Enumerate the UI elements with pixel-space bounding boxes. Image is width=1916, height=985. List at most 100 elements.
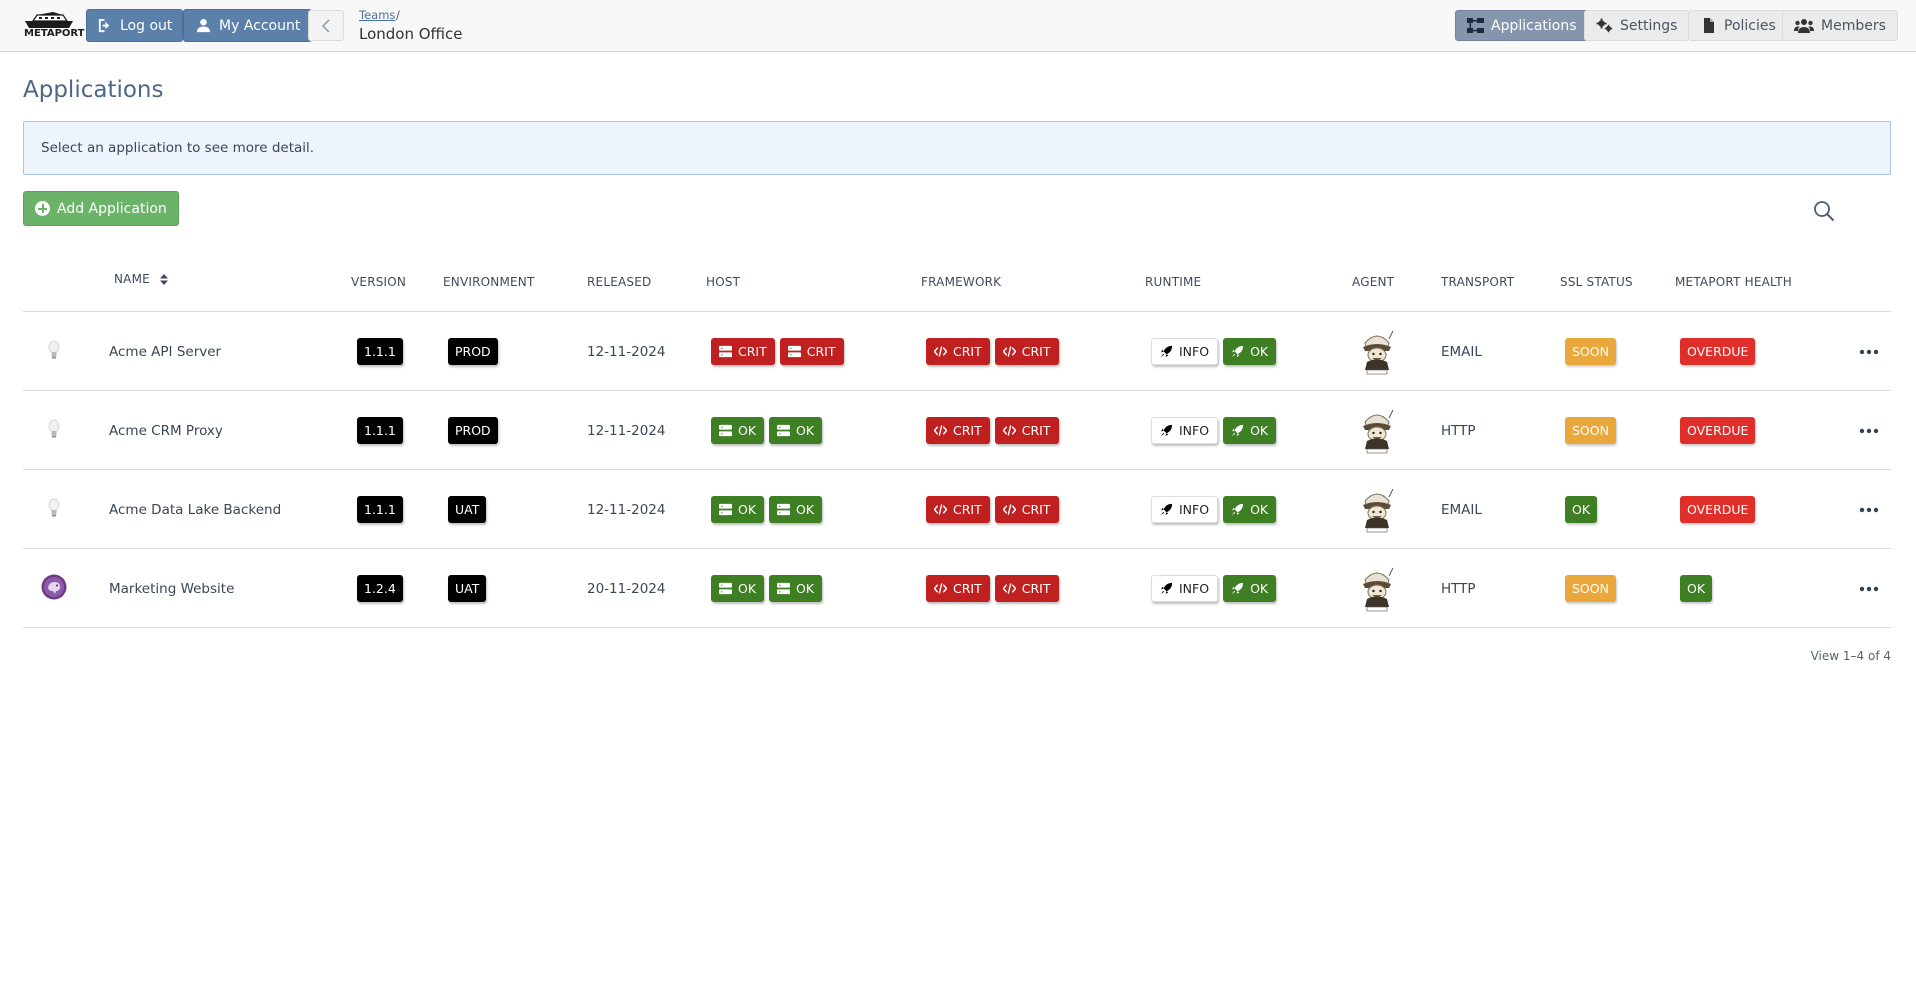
version-badge: 1.1.1 [357, 338, 403, 365]
app-name[interactable]: Marketing Website [109, 581, 234, 597]
runtime-status-badge: OK [1223, 338, 1277, 365]
framework-status-badge-label: CRIT [953, 423, 982, 438]
transport-value: HTTP [1441, 422, 1476, 439]
version-cell: 1.1.1 [357, 312, 403, 391]
my-account-label: My Account [219, 17, 301, 34]
runtime-status-badge-label: OK [1250, 423, 1269, 438]
framework-cell: CRIT CRIT [926, 312, 1064, 391]
host-cell: OK OK [711, 549, 827, 628]
table-row[interactable]: Acme API Server 1.1.1 PROD 12-11-2024 CR… [23, 312, 1891, 391]
search-icon[interactable] [1813, 200, 1835, 222]
header-name-label: NAME [114, 272, 150, 286]
host-status-badge: OK [769, 417, 823, 444]
file-icon [1704, 18, 1714, 33]
host-status-badge-label: CRIT [738, 344, 767, 359]
app-name[interactable]: Acme API Server [109, 344, 221, 360]
logout-button[interactable]: Log out [86, 9, 184, 42]
add-application-button[interactable]: Add Application [23, 191, 179, 226]
top-navbar: METAPORT Log out My Account Teams / Lond… [0, 0, 1916, 52]
more-options-icon[interactable] [1859, 507, 1879, 513]
composer-conductor-icon [1363, 330, 1394, 374]
table-body: Acme API Server 1.1.1 PROD 12-11-2024 CR… [23, 312, 1891, 628]
my-account-button[interactable]: My Account [183, 9, 313, 42]
server-icon [719, 503, 732, 516]
framework-status-badge-label: CRIT [1021, 502, 1051, 517]
transport-value: HTTP [1441, 580, 1476, 597]
runtime-status-badge: OK [1223, 496, 1277, 523]
header-host: HOST [706, 275, 741, 289]
back-button[interactable] [308, 10, 344, 41]
metaport-health-badge: OK [1680, 575, 1713, 602]
released-date: 12-11-2024 [587, 343, 666, 360]
framework-status-badge: CRIT [926, 417, 990, 444]
sign-out-icon [98, 18, 110, 33]
server-icon [777, 582, 791, 595]
transport-cell: HTTP [1441, 391, 1476, 470]
rocket-icon [1160, 424, 1173, 437]
more-options-icon[interactable] [1859, 586, 1879, 592]
server-icon [777, 503, 791, 516]
metaport-health-cell: OK [1680, 549, 1713, 628]
released-cell: 20-11-2024 [587, 549, 665, 628]
metaport-logo[interactable]: METAPORT [23, 12, 84, 40]
version-badge: 1.1.1 [357, 417, 403, 444]
transport-cell: EMAIL [1441, 312, 1482, 391]
version-cell: 1.2.4 [357, 549, 403, 628]
app-name[interactable]: Acme Data Lake Backend [109, 502, 281, 518]
breadcrumb-teams-link[interactable]: Teams [359, 8, 395, 22]
pagination-info: View 1–4 of 4 [1810, 649, 1891, 663]
environment-cell: UAT [448, 549, 487, 628]
sort-icon[interactable] [159, 274, 168, 285]
released-cell: 12-11-2024 [587, 470, 665, 549]
transport-cell: EMAIL [1441, 470, 1482, 549]
app-name-cell: Acme API Server [109, 312, 221, 391]
host-status-badge-label: OK [738, 581, 757, 596]
header-transport: TRANSPORT [1441, 275, 1515, 289]
framework-status-badge-label: CRIT [1021, 423, 1051, 438]
framework-status-badge: CRIT [994, 575, 1059, 602]
environment-badge: PROD [448, 417, 498, 444]
more-options-icon[interactable] [1859, 349, 1879, 355]
nav-policies[interactable]: Policies [1688, 10, 1788, 41]
code-icon [1002, 424, 1016, 437]
host-status-badge-label: OK [738, 502, 757, 517]
rocket-icon [1231, 424, 1244, 437]
framework-status-badge: CRIT [994, 338, 1059, 365]
framework-cell: CRIT CRIT [926, 391, 1064, 470]
gears-icon [1596, 18, 1613, 33]
host-status-badge: CRIT [779, 338, 844, 365]
rocket-icon [1160, 582, 1173, 595]
environment-badge: UAT [448, 575, 487, 602]
nav-settings[interactable]: Settings [1584, 10, 1690, 41]
composer-conductor-icon [1363, 488, 1394, 532]
ssl-status-badge: OK [1565, 496, 1598, 523]
code-icon [934, 345, 947, 358]
header-environment: ENVIRONMENT [443, 275, 535, 289]
released-date: 12-11-2024 [587, 422, 666, 439]
framework-status-badge: CRIT [926, 496, 990, 523]
table-row[interactable]: Acme CRM Proxy 1.1.1 PROD 12-11-2024 OK O… [23, 391, 1891, 470]
released-cell: 12-11-2024 [587, 312, 665, 391]
runtime-status-badge-label: INFO [1179, 344, 1210, 359]
code-icon [1002, 503, 1016, 516]
table-row[interactable]: Acme Data Lake Backend 1.1.1 UAT 12-11-2… [23, 470, 1891, 549]
code-icon [1002, 345, 1016, 358]
header-framework: FRAMEWORK [921, 275, 1002, 289]
environment-cell: UAT [448, 470, 487, 549]
agent-cell [1359, 312, 1395, 391]
more-options-icon[interactable] [1859, 428, 1879, 434]
nav-members[interactable]: Members [1782, 10, 1898, 41]
applications-table: NAME VERSION ENVIRONMENT RELEASED HOST F… [23, 258, 1891, 628]
host-status-badge: CRIT [711, 338, 775, 365]
nav-members-label: Members [1821, 17, 1886, 34]
nav-applications[interactable]: Applications [1455, 10, 1589, 41]
app-name[interactable]: Acme CRM Proxy [109, 423, 223, 439]
runtime-cell: INFO OK [1151, 312, 1281, 391]
header-name[interactable]: NAME [114, 272, 168, 286]
table-row[interactable]: Marketing Website 1.2.4 UAT 20-11-2024 O… [23, 549, 1891, 628]
host-status-badge-label: OK [796, 581, 815, 596]
framework-status-badge-label: CRIT [1021, 344, 1051, 359]
version-badge: 1.1.1 [357, 496, 403, 523]
host-cell: OK OK [711, 470, 827, 549]
host-status-badge: OK [711, 417, 765, 444]
